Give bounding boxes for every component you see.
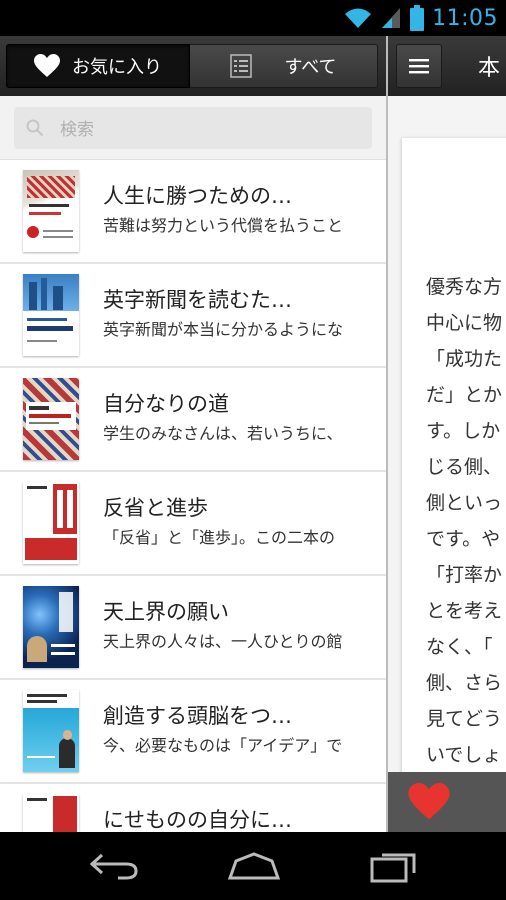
reader-line: 見てどう	[426, 708, 503, 730]
reader-line: なく、「	[426, 636, 493, 658]
reader-line: 側、さら	[426, 672, 503, 694]
list-item[interactable]: 創造する頭脳をつ… 今、必要なものは「アイデア」で	[0, 680, 386, 784]
reader-line: じる側、	[426, 456, 503, 478]
back-icon	[89, 853, 138, 880]
book-excerpt: 「反省」と「進歩」。この二本の	[103, 528, 336, 547]
book-list: 人生に勝つための… 苦難は努力という代償を払うこと 英字新聞を読むた… 英字新聞…	[0, 160, 386, 832]
home-icon	[227, 852, 281, 880]
list-item[interactable]: 人生に勝つための… 苦難は努力という代償を払うこと	[0, 160, 386, 264]
list-item[interactable]: 反省と進歩 「反省」と「進歩」。この二本の	[0, 472, 386, 576]
book-excerpt: 学生のみなさんは、若いうちに、	[103, 424, 343, 443]
book-title: 反省と進歩	[103, 496, 208, 520]
book-cover	[23, 586, 79, 668]
status-icons: 11:05	[344, 4, 498, 32]
reader-panel: 本 優秀な方 中心に物 「成功た だ」とか す。しか じる側、 側といっ です。…	[388, 36, 506, 832]
tab-bar: お気に入り すべて	[0, 36, 386, 96]
navigation-bar	[0, 832, 506, 900]
back-button[interactable]	[84, 846, 144, 886]
search-icon	[26, 119, 44, 136]
tab-all-label: すべて	[284, 57, 337, 78]
list-item[interactable]: 自分なりの道 学生のみなさんは、若いうちに、	[0, 368, 386, 472]
recent-apps-button[interactable]	[364, 846, 424, 886]
book-title: 創造する頭脳をつ…	[103, 704, 292, 728]
reader-page[interactable]: 優秀な方 中心に物 「成功た だ」とか す。しか じる側、 側といっ です。や …	[402, 138, 506, 778]
list-item[interactable]: 天上界の願い 天上界の人々は、一人ひとりの館	[0, 576, 386, 680]
book-title: 天上界の願い	[103, 600, 229, 624]
favorite-bar	[388, 772, 506, 832]
reader-line: だ」とか	[426, 384, 503, 406]
book-excerpt: 苦難は努力という代償を払うこと	[103, 216, 344, 235]
book-title: 自分なりの道	[103, 392, 229, 416]
book-excerpt: 今、必要なものは「アイデア」で	[103, 736, 343, 755]
book-cover	[23, 794, 79, 832]
list-item[interactable]: 英字新聞を読むた… 英字新聞が本当に分かるようにな	[0, 264, 386, 368]
reader-line: とを考え	[426, 600, 503, 622]
reader-line: 中心に物	[426, 312, 503, 334]
book-cover	[23, 274, 79, 356]
list-item[interactable]: にせものの自分に…	[0, 784, 386, 832]
book-title: 人生に勝つための…	[103, 184, 292, 208]
clock: 11:05	[432, 5, 498, 31]
battery-icon	[410, 5, 425, 31]
reader-line: 「成功た	[426, 348, 503, 370]
book-excerpt: 英字新聞が本当に分かるようにな	[103, 320, 344, 339]
menu-icon	[409, 59, 429, 74]
reader-line: 優秀な方	[426, 276, 503, 298]
reader-line: です。や	[426, 528, 501, 550]
book-list-panel: お気に入り すべて 検索 人生に勝つための… 苦難は努力という代償を払うこと 英…	[0, 36, 386, 832]
reader-line: 側といっ	[426, 492, 503, 514]
list-icon	[230, 54, 253, 78]
tab-favorites[interactable]: お気に入り	[6, 44, 190, 88]
wifi-icon	[345, 8, 372, 28]
reader-title: 本	[478, 56, 501, 81]
heart-icon	[34, 54, 60, 77]
book-title: にせものの自分に…	[103, 808, 292, 832]
book-cover	[23, 482, 79, 564]
reader-line: いでしょ	[426, 744, 502, 766]
tab-favorites-label: お気に入り	[72, 57, 162, 78]
reader-header: 本	[388, 36, 506, 96]
reader-line: す。しか	[426, 420, 501, 442]
status-bar: 11:05	[0, 0, 506, 36]
search-placeholder: 検索	[60, 120, 94, 140]
search-input[interactable]: 検索	[14, 106, 372, 149]
home-button[interactable]	[224, 846, 284, 886]
signal-icon	[382, 8, 401, 28]
recent-apps-icon	[370, 853, 416, 883]
book-cover	[23, 170, 79, 252]
favorite-heart-icon[interactable]	[408, 783, 450, 821]
reader-line: 「打率か	[426, 564, 503, 586]
search-area: 検索	[0, 96, 386, 160]
tab-all[interactable]: すべて	[190, 44, 378, 88]
menu-button[interactable]	[396, 44, 442, 88]
book-title: 英字新聞を読むた…	[103, 288, 292, 312]
book-cover	[23, 690, 79, 772]
book-excerpt: 天上界の人々は、一人ひとりの館	[103, 632, 343, 651]
book-cover	[23, 378, 79, 460]
